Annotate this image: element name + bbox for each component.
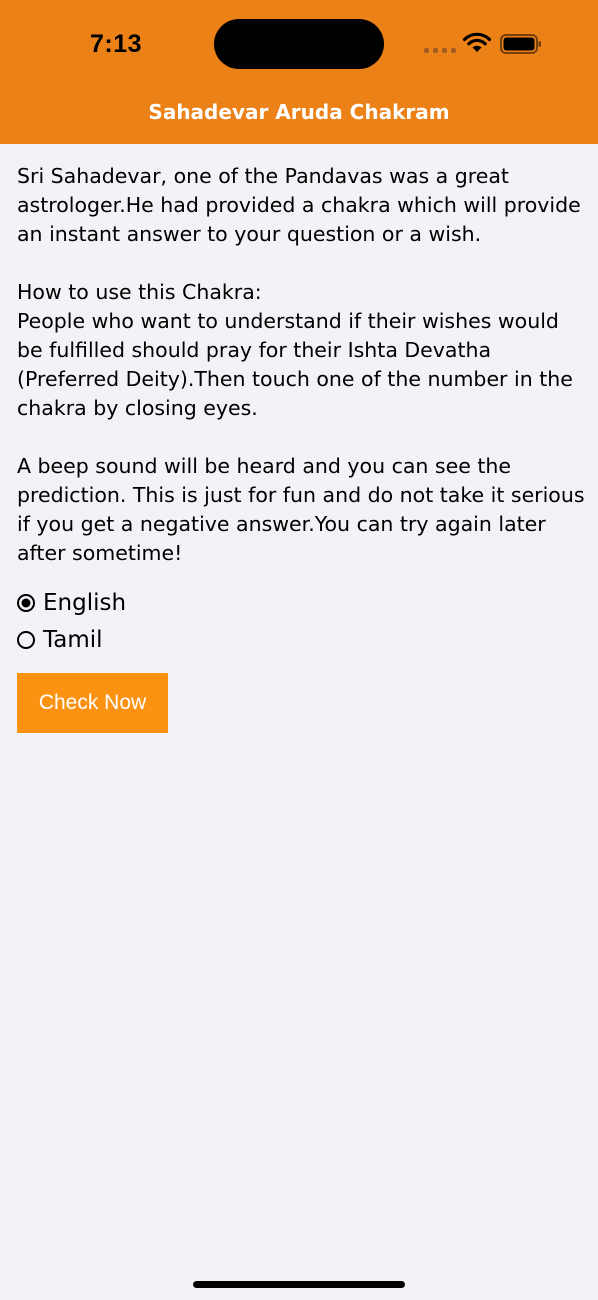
radio-option-english[interactable]: English [17,584,587,621]
radio-option-tamil[interactable]: Tamil [17,621,587,658]
language-radio-group: English Tamil [17,584,587,658]
disclaimer-text: A beep sound will be heard and you can s… [17,454,585,565]
how-to-heading: How to use this Chakra: [17,280,262,304]
page-title: Sahadevar Aruda Chakram [148,100,450,124]
how-to-text: People who want to understand if their w… [17,309,573,420]
radio-label-english: English [43,589,127,616]
radio-label-tamil: Tamil [43,626,103,653]
radio-selected-icon[interactable] [17,593,35,612]
status-bar: 7:13 [0,0,598,90]
main-content: Sri Sahadevar, one of the Pandavas was a… [17,162,587,733]
cellular-signal-icon [424,43,456,53]
battery-icon [500,34,541,54]
header-bar: 7:13 Sahadevar Aruda Chakram [0,0,598,144]
wifi-icon [462,32,492,52]
home-indicator[interactable] [193,1281,405,1288]
dynamic-island [214,19,384,69]
intro-text: Sri Sahadevar, one of the Pandavas was a… [17,164,581,246]
radio-unselected-icon[interactable] [17,630,35,649]
check-now-button[interactable]: Check Now [17,673,168,733]
status-time: 7:13 [90,30,143,58]
